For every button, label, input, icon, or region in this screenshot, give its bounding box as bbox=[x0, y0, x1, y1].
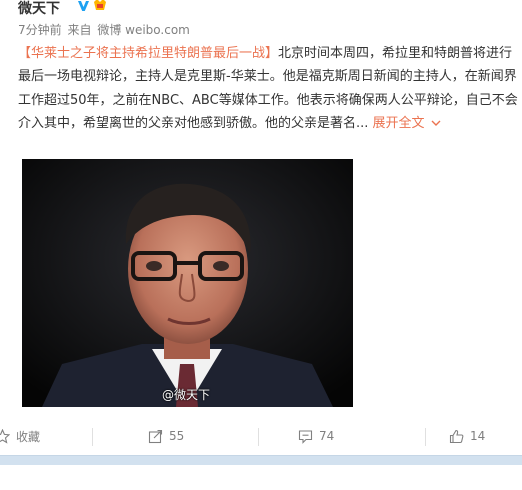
repost-button[interactable]: 55 bbox=[148, 418, 184, 454]
post-header: 微天下 7分钟前 来自 微博 weibo.com bbox=[18, 0, 518, 40]
post-text: 【华莱士之子将主持希拉里特朗普最后一战】北京时间本周四，希拉里和特朗普将进行最后… bbox=[18, 42, 518, 135]
post-image[interactable]: @微天下 bbox=[22, 159, 353, 407]
action-divider bbox=[425, 428, 426, 446]
verified-v-icon bbox=[78, 1, 89, 11]
repost-icon bbox=[148, 429, 163, 443]
favorite-label: 收藏 bbox=[16, 429, 41, 444]
post-meta: 7分钟前 来自 微博 weibo.com bbox=[18, 21, 192, 38]
comment-button[interactable]: 74 bbox=[298, 418, 334, 454]
star-icon bbox=[0, 428, 10, 444]
expand-label[interactable]: 展开全文 bbox=[373, 116, 425, 131]
post-time[interactable]: 7分钟前 bbox=[18, 23, 62, 37]
portrait-illustration bbox=[22, 159, 353, 407]
action-divider bbox=[92, 428, 93, 446]
username-link[interactable]: 微天下 bbox=[18, 0, 60, 18]
image-watermark: @微天下 bbox=[162, 388, 211, 402]
source-prefix: 来自 bbox=[67, 23, 92, 37]
repost-count: 55 bbox=[169, 429, 185, 443]
comment-icon bbox=[298, 429, 313, 444]
expand-full-text-link[interactable]: 展开全文 bbox=[373, 116, 441, 131]
like-button[interactable]: 14 bbox=[449, 418, 485, 454]
like-count: 14 bbox=[470, 429, 486, 443]
source-link[interactable]: 微博 weibo.com bbox=[97, 23, 190, 37]
action-bar: 收藏 55 74 14 bbox=[0, 418, 522, 454]
comment-count: 74 bbox=[319, 429, 335, 443]
vip-badge-icon[interactable] bbox=[92, 0, 108, 12]
action-divider bbox=[258, 428, 259, 446]
feed-separator-bar bbox=[0, 455, 522, 465]
chevron-down-icon[interactable] bbox=[431, 118, 441, 128]
topic-link[interactable]: 【华莱士之子将主持希拉里特朗普最后一战】 bbox=[18, 46, 278, 61]
favorite-button[interactable]: 收藏 bbox=[0, 418, 40, 454]
thumbs-up-icon bbox=[449, 429, 464, 443]
